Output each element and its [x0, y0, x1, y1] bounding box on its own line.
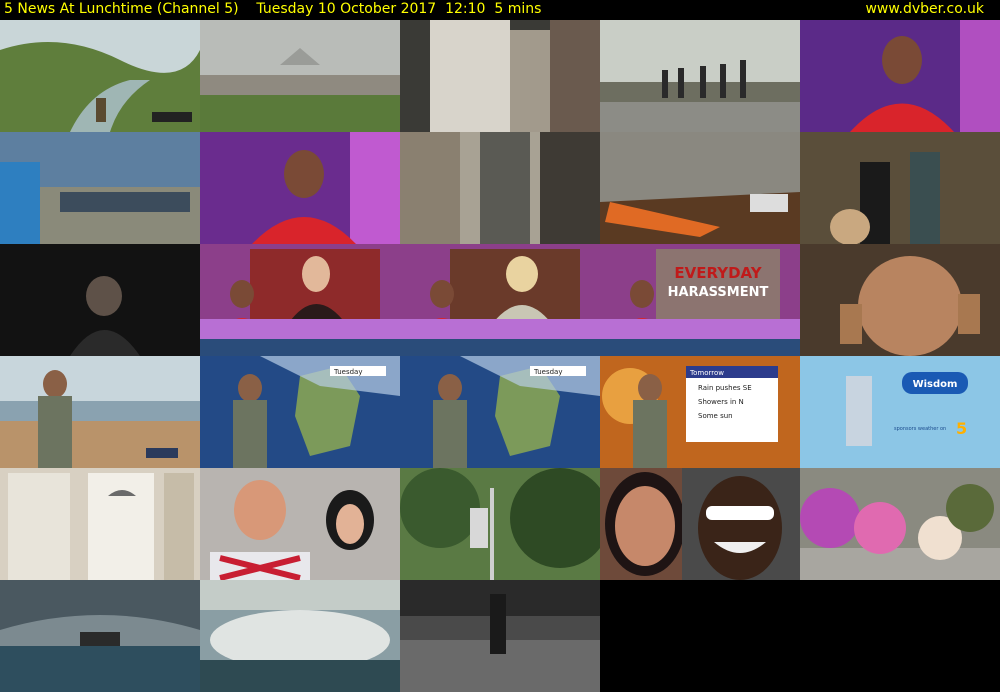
thumbnail-2[interactable] — [200, 20, 400, 132]
thumbnail-6[interactable] — [0, 132, 200, 244]
thumbnail-8[interactable] — [400, 132, 600, 244]
thumbnail-22[interactable] — [200, 468, 400, 580]
sponsor-logo-text: Wisdom — [913, 379, 958, 390]
site-url: www.dvber.co.uk — [865, 1, 984, 17]
thumbnail-grid: EVERYDAY HARASSMENT Tuesday Tuesday Tomo… — [0, 20, 1000, 692]
thumbnail-10[interactable] — [800, 132, 1000, 244]
graphic-text-line-1: EVERYDAY — [674, 264, 762, 282]
thumbnail-19[interactable]: Tomorrow Rain pushes SE Showers in N Som… — [600, 356, 800, 468]
thumbnail-21[interactable] — [0, 468, 200, 580]
weather-day-label: Tuesday — [533, 368, 562, 376]
header-bar: 5 News At Lunchtime (Channel 5) Tuesday … — [0, 0, 1000, 20]
thumbnail-18[interactable]: Tuesday — [400, 356, 600, 468]
thumbnail-5[interactable] — [800, 20, 1000, 132]
thumbnail-4[interactable] — [600, 20, 800, 132]
thumbnail-1[interactable] — [0, 20, 200, 132]
thumbnail-24[interactable] — [600, 468, 800, 580]
channel-number: 5 — [956, 419, 967, 438]
thumbnail-20[interactable]: Wisdom sponsors weather on 5 — [800, 356, 1000, 468]
programme-title: 5 News At Lunchtime (Channel 5) Tuesday … — [4, 1, 542, 17]
thumbnail-27[interactable] — [200, 580, 400, 692]
thumbnail-7[interactable] — [200, 132, 400, 244]
thumbnail-25[interactable] — [800, 468, 1000, 580]
sponsor-caption: sponsors weather on — [894, 426, 946, 432]
graphic-text-line-2: HARASSMENT — [668, 285, 769, 300]
forecast-line-2: Showers in N — [698, 398, 744, 406]
forecast-line-1: Rain pushes SE — [698, 384, 752, 392]
weather-day-label: Tuesday — [333, 368, 362, 376]
thumbnail-15[interactable] — [800, 244, 1000, 356]
forecast-header: Tomorrow — [689, 369, 724, 377]
thumbnail-17[interactable]: Tuesday — [200, 356, 400, 468]
thumbnail-26[interactable] — [0, 580, 200, 692]
thumbnail-3[interactable] — [400, 20, 600, 132]
thumbnail-9[interactable] — [600, 132, 800, 244]
thumbnail-16[interactable] — [0, 356, 200, 468]
forecast-line-3: Some sun — [698, 412, 733, 420]
thumbnail-12[interactable] — [200, 244, 400, 356]
thumbnail-28[interactable] — [400, 580, 600, 692]
thumbnail-14[interactable]: EVERYDAY HARASSMENT — [600, 244, 800, 356]
thumbnail-23[interactable] — [400, 468, 600, 580]
thumbnail-13[interactable] — [400, 244, 600, 356]
thumbnail-11[interactable] — [0, 244, 200, 356]
